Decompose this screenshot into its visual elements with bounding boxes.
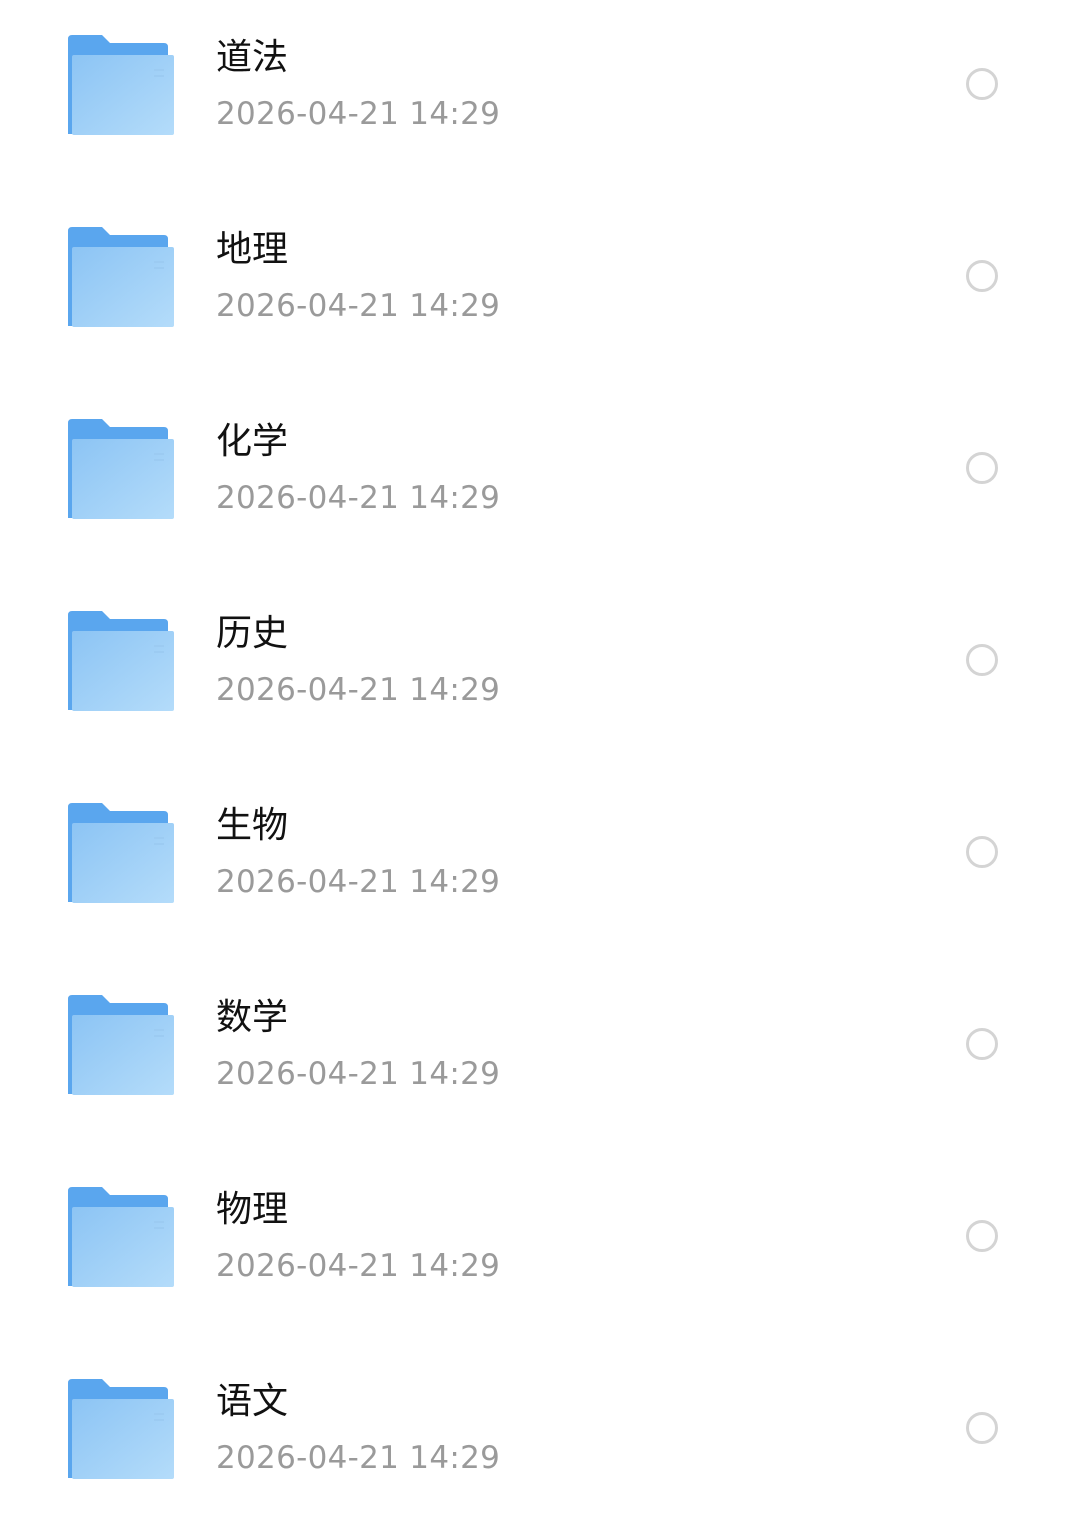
radio-unchecked-icon[interactable] [966, 644, 998, 676]
folder-row-yuwen[interactable]: 语文 2026-04-21 14:29 [0, 1344, 1080, 1536]
radio-unchecked-icon[interactable] [966, 452, 998, 484]
folder-name: 数学 [216, 997, 289, 1038]
folder-icon [66, 35, 174, 135]
folder-icon [66, 419, 174, 519]
folder-modified-date: 2026-04-21 14:29 [216, 864, 501, 900]
folder-modified-date: 2026-04-21 14:29 [216, 672, 501, 708]
radio-unchecked-icon[interactable] [966, 260, 998, 292]
folder-modified-date: 2026-04-21 14:29 [216, 288, 501, 324]
radio-unchecked-icon[interactable] [966, 1412, 998, 1444]
folder-modified-date: 2026-04-21 14:29 [216, 96, 501, 132]
folder-modified-date: 2026-04-21 14:29 [216, 1248, 501, 1284]
folder-icon [66, 1187, 174, 1287]
folder-name: 物理 [216, 1189, 289, 1230]
folder-row-dili[interactable]: 地理 2026-04-21 14:29 [0, 192, 1080, 384]
folder-row-shengwu[interactable]: 生物 2026-04-21 14:29 [0, 768, 1080, 960]
folder-modified-date: 2026-04-21 14:29 [216, 1056, 501, 1092]
radio-unchecked-icon[interactable] [966, 68, 998, 100]
radio-unchecked-icon[interactable] [966, 836, 998, 868]
folder-row-lishi[interactable]: 历史 2026-04-21 14:29 [0, 576, 1080, 768]
folder-name: 道法 [216, 37, 289, 78]
folder-row-shuxue[interactable]: 数学 2026-04-21 14:29 [0, 960, 1080, 1152]
folder-icon [66, 227, 174, 327]
folder-name: 生物 [216, 805, 289, 846]
folder-name: 化学 [216, 421, 289, 462]
folder-name: 历史 [216, 613, 289, 654]
folder-row-wuli[interactable]: 物理 2026-04-21 14:29 [0, 1152, 1080, 1344]
folder-icon [66, 1379, 174, 1479]
radio-unchecked-icon[interactable] [966, 1028, 998, 1060]
folder-name: 语文 [216, 1381, 289, 1422]
folder-row-huaxue[interactable]: 化学 2026-04-21 14:29 [0, 384, 1080, 576]
folder-row-daofa[interactable]: 道法 2026-04-21 14:29 [0, 0, 1080, 192]
folder-name: 地理 [216, 229, 289, 270]
folder-modified-date: 2026-04-21 14:29 [216, 1440, 501, 1476]
folder-icon [66, 995, 174, 1095]
folder-modified-date: 2026-04-21 14:29 [216, 480, 501, 516]
radio-unchecked-icon[interactable] [966, 1220, 998, 1252]
folder-list: 道法 2026-04-21 14:29 地理 2026-04-21 14:29 [0, 0, 1080, 1510]
folder-icon [66, 803, 174, 903]
folder-icon [66, 611, 174, 711]
